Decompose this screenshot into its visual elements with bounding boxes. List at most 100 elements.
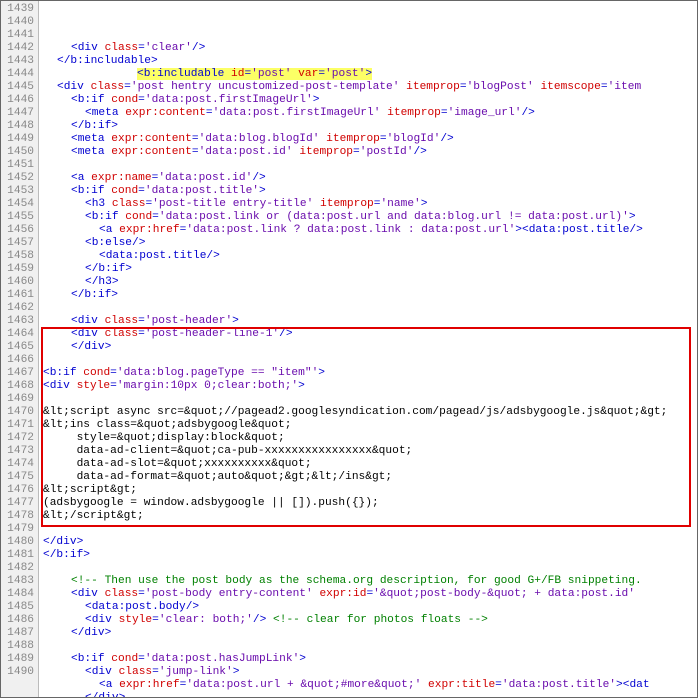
code-line[interactable]: </b:if>	[43, 549, 697, 562]
code-line[interactable]: <div class='clear'/>	[43, 42, 697, 55]
code-line[interactable]: <meta expr:content='data:post.firstImage…	[43, 107, 697, 120]
code-line[interactable]: <data:post.title/>	[43, 250, 697, 263]
code-line[interactable]: </div>	[43, 692, 697, 698]
line-number: 1451	[1, 159, 34, 172]
code-line[interactable]: data-ad-format=&quot;auto&quot;&gt;&lt;/…	[43, 471, 697, 484]
line-number: 1468	[1, 380, 34, 393]
code-line[interactable]	[43, 159, 697, 172]
code-line[interactable]: <meta expr:content='data:blog.blogId' it…	[43, 133, 697, 146]
code-line[interactable]: <div class='post hentry uncustomized-pos…	[43, 81, 697, 94]
code-line[interactable]	[43, 302, 697, 315]
code-line[interactable]: </b:includable>	[43, 55, 697, 68]
line-number: 1442	[1, 42, 34, 55]
code-line[interactable]: <h3 class='post-title entry-title' itemp…	[43, 198, 697, 211]
code-line[interactable]: <a expr:name='data:post.id'/>	[43, 172, 697, 185]
code-line[interactable]: <b:if cond='data:post.hasJumpLink'>	[43, 653, 697, 666]
line-number: 1452	[1, 172, 34, 185]
line-number: 1483	[1, 575, 34, 588]
code-line[interactable]: <meta expr:content='data:post.id' itempr…	[43, 146, 697, 159]
line-number: 1482	[1, 562, 34, 575]
line-number: 1472	[1, 432, 34, 445]
line-number: 1488	[1, 640, 34, 653]
line-number-gutter: 1439144014411442144314441445144614471448…	[1, 1, 39, 697]
line-number: 1480	[1, 536, 34, 549]
line-number: 1464	[1, 328, 34, 341]
line-number: 1440	[1, 16, 34, 29]
line-number: 1457	[1, 237, 34, 250]
code-line[interactable]: data-ad-client=&quot;ca-pub-xxxxxxxxxxxx…	[43, 445, 697, 458]
code-line[interactable]: <b:if cond='data:post.firstImageUrl'>	[43, 94, 697, 107]
code-editor[interactable]: 1439144014411442144314441445144614471448…	[0, 0, 698, 698]
code-line[interactable]: <div style='margin:10px 0;clear:both;'>	[43, 380, 697, 393]
line-number: 1484	[1, 588, 34, 601]
line-number: 1447	[1, 107, 34, 120]
line-number: 1448	[1, 120, 34, 133]
line-number: 1470	[1, 406, 34, 419]
line-number: 1456	[1, 224, 34, 237]
code-line[interactable]: &lt;ins class=&quot;adsbygoogle&quot;	[43, 419, 697, 432]
line-number: 1469	[1, 393, 34, 406]
code-line[interactable]: (adsbygoogle = window.adsbygoogle || [])…	[43, 497, 697, 510]
code-line[interactable]: &lt;/script&gt;	[43, 510, 697, 523]
code-line[interactable]: </b:if>	[43, 289, 697, 302]
code-line[interactable]: <div class='post-header'>	[43, 315, 697, 328]
code-line[interactable]: <a expr:href='data:post.url + &quot;#mor…	[43, 679, 697, 692]
line-number: 1466	[1, 354, 34, 367]
code-line[interactable]: <b:else/>	[43, 237, 697, 250]
code-line[interactable]: <div style='clear: both;'/> <!-- clear f…	[43, 614, 697, 627]
line-number: 1490	[1, 666, 34, 679]
line-number: 1473	[1, 445, 34, 458]
code-line[interactable]: <div class='jump-link'>	[43, 666, 697, 679]
code-area[interactable]: <div class='clear'/></b:includable> <b:i…	[39, 1, 697, 697]
code-line[interactable]: <div class='post-body entry-content' exp…	[43, 588, 697, 601]
code-line[interactable]: <b:if cond='data:post.title'>	[43, 185, 697, 198]
line-number: 1465	[1, 341, 34, 354]
line-number: 1485	[1, 601, 34, 614]
code-line[interactable]: <b:if cond='data:blog.pageType == "item"…	[43, 367, 697, 380]
line-number: 1443	[1, 55, 34, 68]
line-number: 1462	[1, 302, 34, 315]
code-line[interactable]	[43, 640, 697, 653]
code-line[interactable]: </b:if>	[43, 120, 697, 133]
code-line[interactable]: <a expr:href='data:post.link ? data:post…	[43, 224, 697, 237]
code-line[interactable]	[43, 562, 697, 575]
code-line[interactable]: style=&quot;display:block&quot;	[43, 432, 697, 445]
code-line[interactable]: <!-- Then use the post body as the schem…	[43, 575, 697, 588]
code-line[interactable]: <div class='post-header-line-1'/>	[43, 328, 697, 341]
code-line[interactable]	[43, 393, 697, 406]
code-line[interactable]: data-ad-slot=&quot;xxxxxxxxxx&quot;	[43, 458, 697, 471]
line-number: 1455	[1, 211, 34, 224]
line-number: 1467	[1, 367, 34, 380]
line-number: 1476	[1, 484, 34, 497]
code-line[interactable]: </h3>	[43, 276, 697, 289]
line-number: 1471	[1, 419, 34, 432]
line-number: 1463	[1, 315, 34, 328]
code-line[interactable]	[43, 523, 697, 536]
code-line[interactable]: &lt;script&gt;	[43, 484, 697, 497]
line-number: 1474	[1, 458, 34, 471]
code-line[interactable]: <data:post.body/>	[43, 601, 697, 614]
line-number: 1445	[1, 81, 34, 94]
line-number: 1460	[1, 276, 34, 289]
line-number: 1489	[1, 653, 34, 666]
line-number: 1487	[1, 627, 34, 640]
code-line[interactable]: </b:if>	[43, 263, 697, 276]
code-line[interactable]: </div>	[43, 627, 697, 640]
code-line[interactable]: <b:includable id='post' var='post'>	[43, 68, 697, 81]
code-line[interactable]: <b:if cond='data:post.link or (data:post…	[43, 211, 697, 224]
line-number: 1441	[1, 29, 34, 42]
code-line[interactable]: &lt;script async src=&quot;//pagead2.goo…	[43, 406, 697, 419]
line-number: 1454	[1, 198, 34, 211]
line-number: 1479	[1, 523, 34, 536]
line-number: 1486	[1, 614, 34, 627]
line-number: 1461	[1, 289, 34, 302]
line-number: 1458	[1, 250, 34, 263]
line-number: 1439	[1, 3, 34, 16]
line-number: 1450	[1, 146, 34, 159]
code-line[interactable]: </div>	[43, 341, 697, 354]
code-line[interactable]	[43, 354, 697, 367]
line-number: 1475	[1, 471, 34, 484]
line-number: 1477	[1, 497, 34, 510]
code-line[interactable]: </div>	[43, 536, 697, 549]
line-number: 1444	[1, 68, 34, 81]
